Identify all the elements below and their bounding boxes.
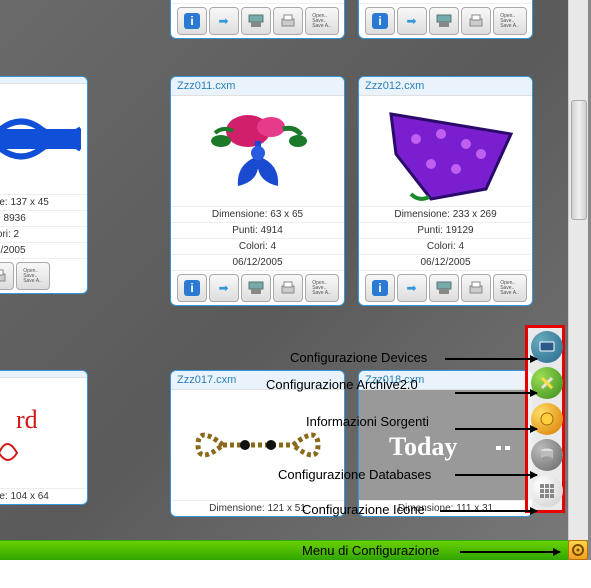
card-actions: i ➡ Open..Save..Save A.. [171, 3, 344, 38]
machine-button[interactable] [429, 7, 459, 35]
send-button[interactable]: ➡ [209, 274, 239, 302]
bottom-whitespace [0, 560, 591, 588]
card-dim: Dimensione: 104 x 64 [0, 488, 87, 504]
coin-icon [539, 411, 555, 427]
anno-arrow [460, 551, 560, 553]
card-punti: Punti: 19129 [359, 222, 532, 238]
card-date: 06/12/2005 [0, 242, 87, 258]
info-button[interactable]: i [177, 274, 207, 302]
config-menu-bar[interactable] [0, 540, 568, 560]
card-partial-top-2: 06/12/2005 i ➡ Open..Save..Save A.. [358, 0, 533, 39]
options-button[interactable]: Open..Save..Save A.. [305, 274, 339, 302]
card-colori: Colori: 2 [0, 226, 87, 242]
card-colori: Colori: 4 [171, 238, 344, 254]
config-side-panel [525, 325, 565, 513]
anno-devices: Configurazione Devices [290, 350, 427, 365]
card-partial-top-1: 06/12/2005 i ➡ Open..Save..Save A.. [170, 0, 345, 39]
card-b[interactable]: Zzz011.cxm Dimensione: 63 x 65 Punti: 49… [170, 76, 345, 306]
print-button[interactable] [461, 7, 491, 35]
scrollbar-thumb[interactable] [571, 100, 587, 220]
card-d[interactable]: relard Dimensione: 104 x 64 [0, 370, 88, 505]
thumbnail: relard [0, 378, 87, 488]
machine-button[interactable] [429, 274, 459, 302]
anno-menu: Menu di Configurazione [302, 543, 439, 558]
config-icons-button[interactable] [531, 475, 563, 507]
gear-icon [571, 543, 585, 557]
anno-arrow [440, 510, 537, 512]
anno-arrow [455, 474, 537, 476]
svg-text:rd: rd [16, 405, 38, 434]
print-button[interactable] [461, 274, 491, 302]
anno-arrow [445, 358, 537, 360]
vertical-scrollbar[interactable] [568, 0, 588, 540]
card-title: Zzz012.cxm [359, 77, 532, 96]
card-actions: i ➡ Open..Save..Save A.. [359, 270, 532, 305]
svg-text:i: i [190, 14, 193, 28]
database-icon [539, 447, 555, 463]
thumbnail: Today [359, 390, 532, 500]
info-button[interactable]: i [365, 274, 395, 302]
card-actions: i ➡ Open..Save..Save A.. [359, 3, 532, 38]
card-date: 06/12/2005 [359, 254, 532, 270]
card-date: 06/12/2005 [171, 254, 344, 270]
svg-text:i: i [190, 281, 193, 295]
thumbnail [171, 96, 344, 206]
card-title: Zzz011.cxm [171, 77, 344, 96]
print-button[interactable] [0, 262, 14, 290]
machine-button[interactable] [241, 274, 271, 302]
workspace: 06/12/2005 06/12/2005 i ➡ Open..Save..Sa… [0, 0, 568, 588]
options-button[interactable]: Open..Save..Save A.. [16, 262, 50, 290]
card-e[interactable]: Zzz017.cxm Dimensione: 121 x 51 [170, 370, 345, 517]
svg-text:i: i [378, 14, 381, 28]
card-a[interactable]: Dimensione: 137 x 45 Punti: 8936 Colori:… [0, 76, 88, 294]
card-c[interactable]: Zzz012.cxm Dimensione: 233 x 269 Punti: … [358, 76, 533, 306]
thumbnail [359, 96, 532, 206]
anno-arrow [455, 392, 537, 394]
print-button[interactable] [273, 7, 303, 35]
thumbnail [171, 390, 344, 500]
config-databases-button[interactable] [531, 439, 563, 471]
anno-sorgenti: Informazioni Sorgenti [306, 414, 429, 429]
monitor-icon [539, 341, 555, 353]
grid-icon [539, 483, 555, 499]
card-actions: Open..Save..Save A.. [0, 258, 87, 293]
card-title [0, 371, 87, 378]
card-actions: i ➡ Open..Save..Save A.. [171, 270, 344, 305]
send-button[interactable]: ➡ [397, 274, 427, 302]
options-button[interactable]: Open..Save..Save A.. [305, 7, 339, 35]
card-dim: Dimensione: 233 x 269 [359, 206, 532, 222]
svg-text:i: i [378, 281, 381, 295]
thumbnail [0, 84, 87, 194]
options-button[interactable]: Open..Save..Save A.. [493, 7, 527, 35]
config-gear-button[interactable] [568, 540, 588, 560]
card-title [0, 77, 87, 84]
svg-text:Today: Today [389, 432, 457, 461]
tools-icon [539, 375, 555, 391]
machine-button[interactable] [241, 7, 271, 35]
anno-databases: Configurazione Databases [278, 467, 431, 482]
anno-arrow [455, 428, 537, 430]
send-button[interactable]: ➡ [397, 7, 427, 35]
print-button[interactable] [273, 274, 303, 302]
card-punti: Punti: 8936 [0, 210, 87, 226]
anno-archive: Configurazione Archive2.0 [266, 377, 418, 392]
anno-icone: Configurazione Icone [302, 502, 425, 517]
info-button[interactable]: i [365, 7, 395, 35]
options-button[interactable]: Open..Save..Save A.. [493, 274, 527, 302]
card-punti: Punti: 4914 [171, 222, 344, 238]
card-colori: Colori: 4 [359, 238, 532, 254]
card-dim: Dimensione: 137 x 45 [0, 194, 87, 210]
info-button[interactable]: i [177, 7, 207, 35]
card-dim: Dimensione: 63 x 65 [171, 206, 344, 222]
send-button[interactable]: ➡ [209, 7, 239, 35]
